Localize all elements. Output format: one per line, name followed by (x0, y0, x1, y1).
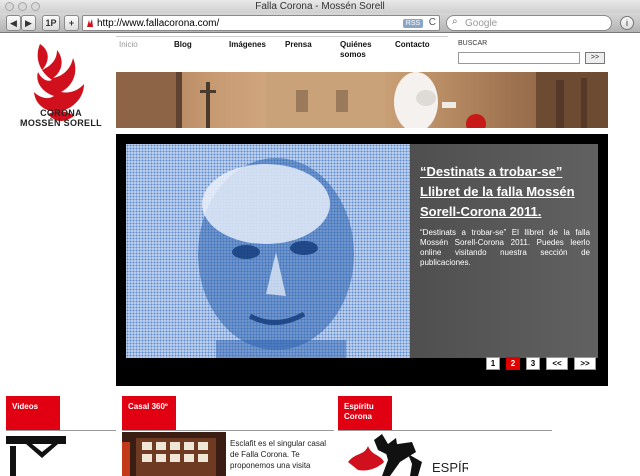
nav-item-quienes-somos[interactable]: Quiénes somos (340, 40, 376, 60)
site-search-input[interactable] (458, 52, 580, 64)
section-divider-espiritu (338, 430, 552, 431)
browser-toolbar: ◀ ▶ 1P + http://www.fallacorona.com/ RSS… (0, 13, 640, 33)
add-bookmark-button[interactable]: + (64, 15, 79, 31)
slide-caption-panel: “Destinats a trobar-se” Llibret de la fa… (410, 144, 598, 358)
one-password-button[interactable]: 1P (42, 15, 60, 31)
espiritu-logo-text: ESPÍRITU (432, 460, 468, 475)
pager-page-1[interactable]: 1 (486, 357, 500, 370)
section-tab-espiritu-corona[interactable]: Espíritu Corona (338, 396, 392, 430)
reload-icon[interactable]: C (429, 17, 436, 28)
logo-text-line1: CORONA (40, 108, 82, 118)
zoom-window-button[interactable] (31, 2, 40, 11)
nav-item-contacto[interactable]: Contacto (395, 40, 430, 50)
url-text: http://www.fallacorona.com/ (97, 18, 220, 29)
forward-button[interactable]: ▶ (21, 15, 36, 31)
main-nav: Inicio Blog Imágenes Prensa Quiénes somo… (116, 36, 448, 70)
site-search-button[interactable]: >> (585, 52, 605, 64)
portrait-image (198, 158, 354, 358)
forward-icon: ▶ (25, 18, 32, 28)
browser-search-placeholder: Google (465, 18, 498, 29)
plus-icon: + (68, 18, 75, 28)
nav-item-inicio[interactable]: Inicio (119, 40, 138, 50)
section-divider-casal (122, 430, 334, 431)
slide-title-link[interactable]: “Destinats a trobar-se” Llibret de la fa… (420, 164, 575, 219)
section-tab-casal-360[interactable]: Casal 360º (122, 396, 176, 430)
pager-prev[interactable]: << (546, 357, 568, 370)
back-icon: ◀ (10, 18, 17, 28)
browser-search-field[interactable]: ⌕ Google (446, 15, 612, 31)
pager-next[interactable]: >> (574, 357, 596, 370)
minimize-window-button[interactable] (18, 2, 27, 11)
section-tab-videos[interactable]: Videos (6, 396, 60, 430)
one-password-label: 1P (45, 18, 57, 28)
slide-halftone-portrait[interactable] (126, 144, 410, 358)
casal-thumbnail-image[interactable] (122, 432, 226, 476)
banner-photo (116, 72, 608, 128)
featured-slider: “Destinats a trobar-se” Llibret de la fa… (116, 134, 608, 386)
casal-description: Esclafit es el singular casal de Falla C… (230, 439, 327, 470)
nav-item-prensa[interactable]: Prensa (285, 40, 312, 50)
window-titlebar: Falla Corona - Mossén Sorell (0, 0, 640, 13)
section-tab-casal-label: Casal 360º (128, 402, 168, 411)
espiritu-corona-image[interactable]: ESPÍRITU (338, 432, 468, 476)
header-banner-image (116, 72, 608, 128)
rss-button[interactable]: RSS (403, 19, 423, 28)
slide-description: “Destinats a trobar-se” El llibret de la… (420, 228, 590, 267)
logo-text-line2: MOSSÉN SORELL (20, 118, 102, 128)
info-icon: i (626, 18, 628, 28)
search-icon: ⌕ (452, 16, 458, 27)
section-tab-espiritu-label: Espíritu Corona (344, 402, 374, 421)
back-button[interactable]: ◀ (6, 15, 21, 31)
pager-page-3[interactable]: 3 (526, 357, 540, 370)
slide-title[interactable]: “Destinats a trobar-se” Llibret de la fa… (420, 162, 590, 222)
window-title: Falla Corona - Mossén Sorell (255, 1, 385, 12)
search-label: BUSCAR (458, 40, 488, 47)
pager-page-2[interactable]: 2 (506, 357, 520, 370)
section-divider-videos (6, 430, 116, 431)
video-tv-icon[interactable] (6, 434, 66, 476)
address-bar[interactable]: http://www.fallacorona.com/ RSS C (82, 15, 440, 31)
nav-item-blog[interactable]: Blog (174, 40, 192, 50)
nav-item-imagenes[interactable]: Imágenes (229, 40, 266, 50)
close-window-button[interactable] (5, 2, 14, 11)
site-favicon-icon (87, 19, 93, 27)
info-button[interactable]: i (620, 16, 634, 30)
